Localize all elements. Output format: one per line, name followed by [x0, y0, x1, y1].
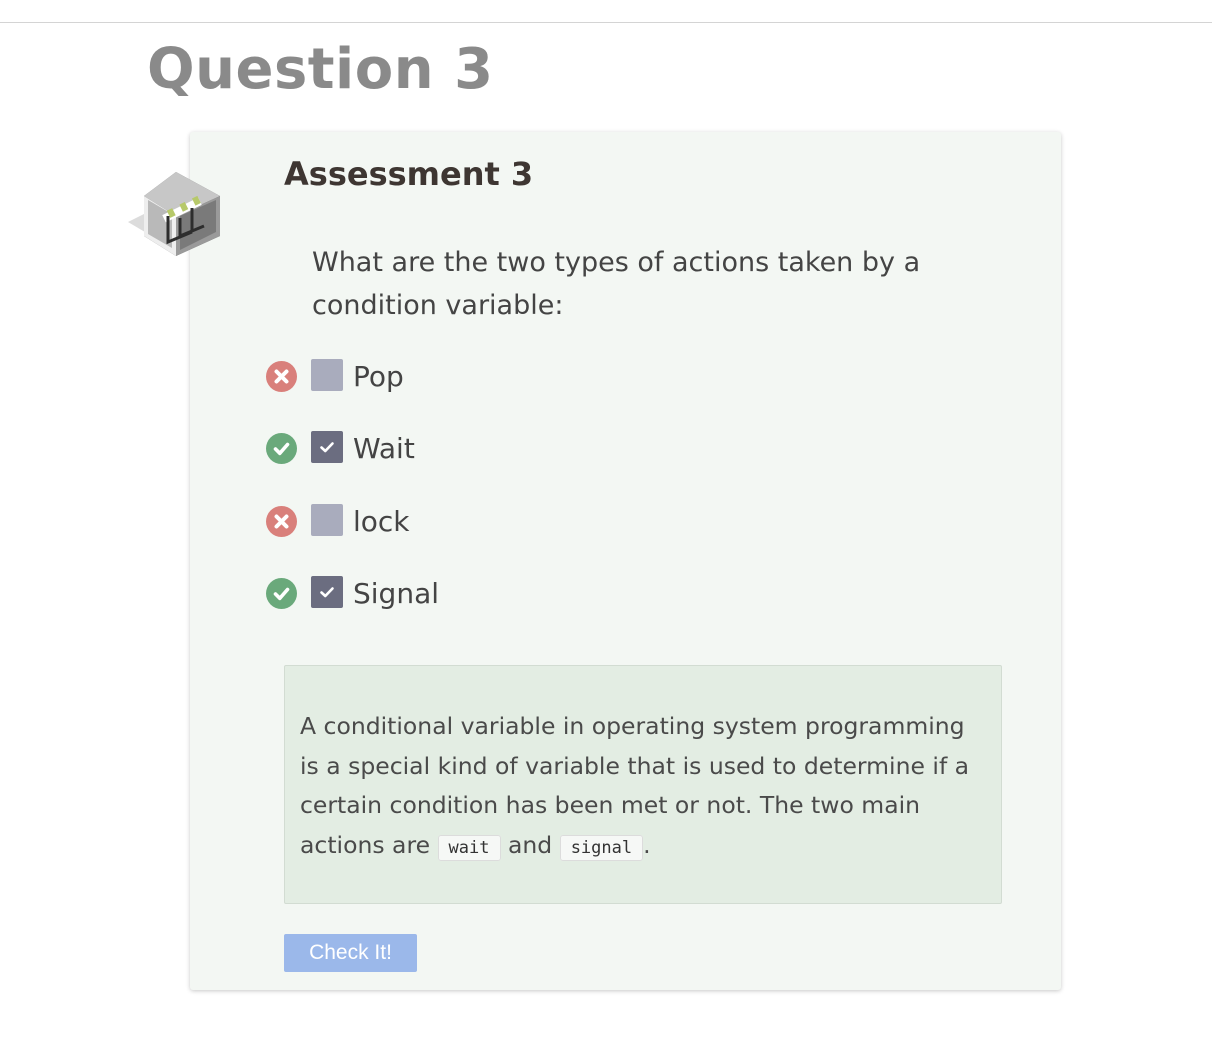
explanation-text: A conditional variable in operating syst…	[300, 707, 990, 868]
answer-label-pop[interactable]: Pop	[353, 355, 404, 399]
hurdle-icon	[128, 170, 224, 258]
explanation-text-after: .	[643, 830, 651, 859]
answer-label-lock[interactable]: lock	[353, 500, 410, 544]
answer-checkbox-pop[interactable]	[311, 359, 343, 391]
check-circle-icon	[266, 433, 297, 464]
answer-checkbox-wait[interactable]	[311, 431, 343, 463]
answer-label-wait[interactable]: Wait	[353, 427, 415, 471]
code-signal: signal	[559, 834, 644, 861]
check-circle-icon	[266, 578, 297, 609]
explanation-box: A conditional variable in operating syst…	[284, 665, 1002, 904]
answer-checkbox-signal[interactable]	[311, 576, 343, 608]
explanation-text-between: and	[507, 830, 553, 859]
question-text: What are the two types of actions taken …	[312, 247, 921, 321]
top-divider	[0, 22, 1212, 23]
code-wait: wait	[437, 834, 501, 861]
x-circle-icon	[266, 506, 297, 537]
page-title: Question 3	[147, 37, 494, 102]
answer-checkbox-lock[interactable]	[311, 504, 343, 536]
assessment-title: Assessment 3	[284, 155, 534, 193]
check-it-button[interactable]: Check It!	[284, 934, 417, 972]
answer-label-signal[interactable]: Signal	[353, 572, 439, 616]
x-circle-icon	[266, 361, 297, 392]
